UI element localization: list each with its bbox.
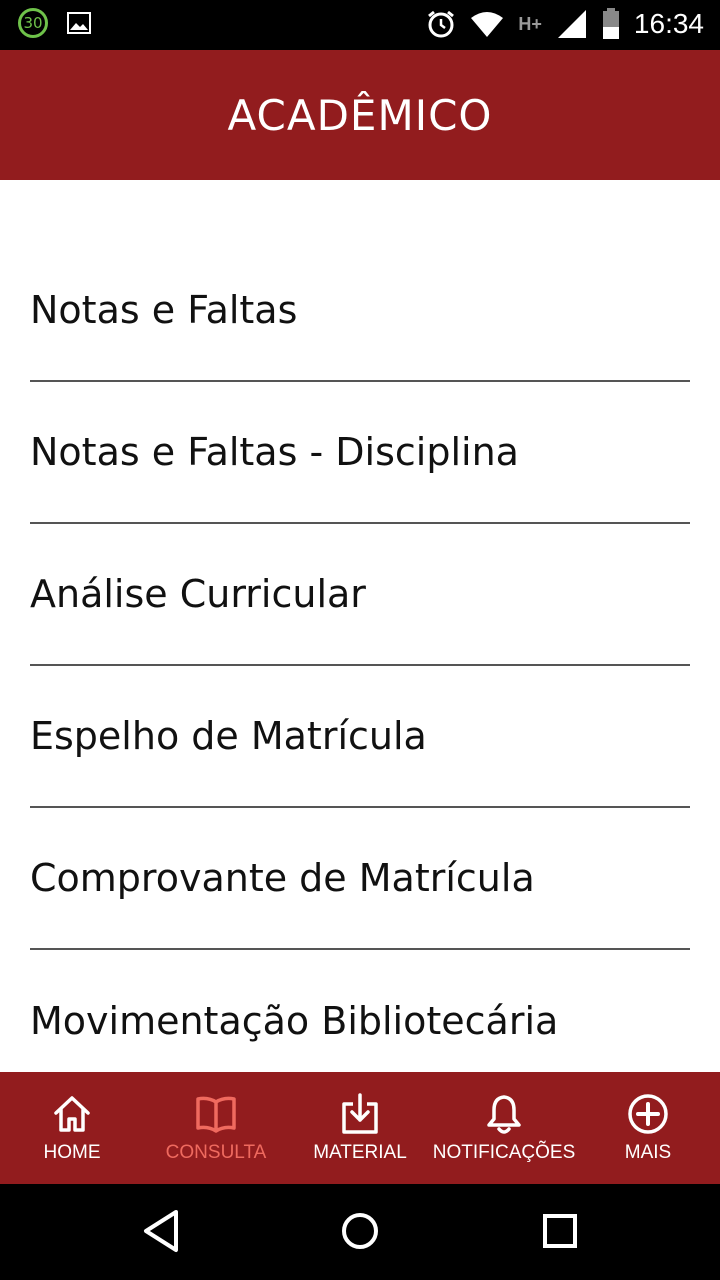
back-icon[interactable] <box>140 1208 182 1254</box>
network-type: H+ <box>518 13 542 34</box>
nav-label: CONSULTA <box>165 1142 267 1163</box>
menu-item-analise-curricular[interactable]: Análise Curricular <box>30 524 690 666</box>
wifi-icon <box>471 12 504 37</box>
nav-home[interactable]: HOME <box>0 1072 144 1184</box>
alarm-icon <box>428 10 455 38</box>
status-bar: 30 H+ 16:34 <box>0 0 720 50</box>
app-bar: ACADÊMICO <box>0 50 720 180</box>
menu-item-notas-faltas-disciplina[interactable]: Notas e Faltas - Disciplina <box>30 382 690 524</box>
bottom-nav: HOME CONSULTA MATERIAL NOTIFICAÇÕES MAIS <box>0 1072 720 1184</box>
clock: 16:34 <box>633 8 704 39</box>
menu-item-movimentacao-bibliotecaria[interactable]: Movimentação Bibliotecária <box>30 950 690 1092</box>
battery-icon <box>602 8 619 39</box>
nav-notificacoes[interactable]: NOTIFICAÇÕES <box>432 1072 576 1184</box>
menu-item-comprovante-matricula[interactable]: Comprovante de Matrícula <box>30 808 690 950</box>
menu-list: Notas e Faltas Notas e Faltas - Discipli… <box>0 240 720 1092</box>
menu-item-label: Notas e Faltas - Disciplina <box>30 430 519 474</box>
nav-label: HOME <box>43 1142 101 1163</box>
notification-badge: 30 <box>18 8 48 38</box>
system-navigation-bar <box>0 1184 720 1280</box>
nav-label: MATERIAL <box>313 1142 407 1163</box>
menu-item-label: Notas e Faltas <box>30 288 298 332</box>
signal-icon <box>557 10 586 38</box>
download-icon <box>342 1093 378 1134</box>
plus-circle-icon <box>628 1094 668 1134</box>
nav-label: MAIS <box>624 1142 672 1163</box>
menu-item-notas-faltas[interactable]: Notas e Faltas <box>30 240 690 382</box>
home-icon <box>54 1096 90 1132</box>
nav-consulta[interactable]: CONSULTA <box>144 1072 288 1184</box>
nav-mais[interactable]: MAIS <box>576 1072 720 1184</box>
menu-item-label: Análise Curricular <box>30 572 366 616</box>
menu-item-label: Espelho de Matrícula <box>30 714 427 758</box>
nav-material[interactable]: MATERIAL <box>288 1072 432 1184</box>
menu-item-label: Movimentação Bibliotecária <box>30 999 559 1043</box>
menu-item-label: Comprovante de Matrícula <box>30 856 535 900</box>
image-notification-icon <box>67 12 91 34</box>
home-system-icon[interactable] <box>340 1208 380 1254</box>
book-icon <box>196 1096 236 1133</box>
nav-label: NOTIFICAÇÕES <box>432 1142 576 1163</box>
bell-icon <box>487 1095 521 1134</box>
page-title: ACADÊMICO <box>227 90 493 140</box>
recents-icon[interactable] <box>541 1208 579 1254</box>
menu-item-espelho-matricula[interactable]: Espelho de Matrícula <box>30 666 690 808</box>
